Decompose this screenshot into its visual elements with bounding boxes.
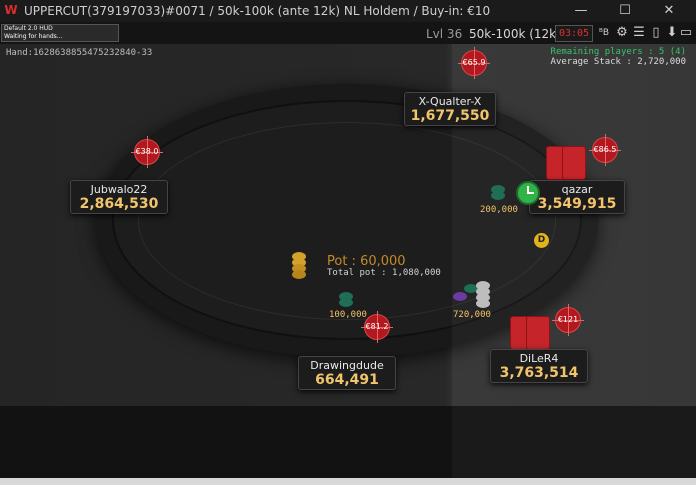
level-label: Lvl 36 xyxy=(426,27,463,41)
pot-chip xyxy=(292,270,306,279)
hand-id: Hand:1628638855475232840-33 xyxy=(6,48,153,58)
player-stack: 3,763,514 xyxy=(499,365,579,381)
bet-chip xyxy=(453,292,467,301)
blinds-label: 50k-100k (12k) xyxy=(469,27,561,41)
maximize-button[interactable]: ☐ xyxy=(612,2,638,20)
level-timer: 03:05 xyxy=(555,25,593,42)
hole-cards xyxy=(510,316,550,350)
card-back xyxy=(526,316,550,350)
bet-amount: 200,000 xyxy=(480,205,518,215)
player-stack: 2,864,530 xyxy=(79,196,159,212)
lower-panel xyxy=(0,406,696,485)
betting-line xyxy=(138,122,556,320)
bounty-target-icon: €121 xyxy=(552,304,584,336)
minimize-button[interactable]: — xyxy=(568,2,594,20)
player-seat-drawingdude[interactable]: Drawingdude 664,491 xyxy=(298,356,396,390)
bet-chip xyxy=(476,299,490,308)
hud-title: Default 2.0 HUD xyxy=(4,25,53,32)
bet-amount: 720,000 xyxy=(453,310,491,320)
menu-icon[interactable]: ☰ xyxy=(631,25,647,41)
player-seat-x-qualter-x[interactable]: X-Qualter-X 1,677,550 xyxy=(404,92,496,126)
player-seat-diler4[interactable]: DiLeR4 3,763,514 xyxy=(490,349,588,383)
hud-status: Waiting for hands... xyxy=(4,33,63,40)
bounty-amount: €121 xyxy=(557,315,579,324)
player-name: X-Qualter-X xyxy=(418,95,482,108)
gear-icon[interactable]: ⚙ xyxy=(614,25,630,41)
close-button[interactable]: ✕ xyxy=(656,2,682,20)
player-stack: 3,549,915 xyxy=(537,196,617,212)
bet-chip xyxy=(339,298,353,307)
bounty-amount: €38.0 xyxy=(135,147,159,156)
bet-amount: 100,000 xyxy=(329,310,367,320)
blinds-info-icon[interactable]: ᴮB xyxy=(596,25,612,41)
bounty-target-icon: €38.0 xyxy=(131,136,163,168)
window-title: UPPERCUT(379197033)#0071 / 50k-100k (ant… xyxy=(24,4,491,18)
action-timer-icon xyxy=(516,181,540,205)
pot-label: Pot : 60,000 xyxy=(327,254,406,269)
dealer-button: D xyxy=(534,233,549,248)
player-stack: 1,677,550 xyxy=(410,108,490,124)
total-pot-label: Total pot : 1,080,000 xyxy=(327,268,441,278)
player-name: qazar xyxy=(561,183,593,196)
table-toolbar: Default 2.0 HUD Waiting for hands... Lvl… xyxy=(0,22,696,45)
card-back xyxy=(562,146,586,180)
app-logo-icon: W xyxy=(4,3,18,17)
tile-icon[interactable]: ▭ xyxy=(678,25,694,41)
remaining-players: Remaining players : 5 (4) xyxy=(550,47,686,57)
bounty-amount: €65.9 xyxy=(462,58,486,67)
bounty-target-icon: €65.9 xyxy=(458,47,490,79)
bounty-target-icon: €81.2 xyxy=(361,311,393,343)
bounty-amount: €81.2 xyxy=(365,322,389,331)
hud-widget[interactable]: Default 2.0 HUD Waiting for hands... xyxy=(1,24,119,42)
bet-chip xyxy=(491,191,505,200)
player-name: Drawingdude xyxy=(310,359,384,372)
bounty-amount: €86.5 xyxy=(593,145,617,154)
bounty-target-icon: €86.5 xyxy=(589,134,621,166)
player-name: Jubwalo22 xyxy=(90,183,148,196)
average-stack: Average Stack : 2,720,000 xyxy=(550,57,686,67)
lobby-icon[interactable]: ▯ xyxy=(648,25,664,41)
player-name: DiLeR4 xyxy=(519,352,559,365)
player-stack: 664,491 xyxy=(315,372,379,388)
window-titlebar: W UPPERCUT(379197033)#0071 / 50k-100k (a… xyxy=(0,0,696,22)
player-seat-qazar[interactable]: qazar 3,549,915 xyxy=(529,180,625,214)
taskbar-strip xyxy=(0,478,696,485)
hole-cards xyxy=(546,146,586,180)
player-seat-jubwalo22[interactable]: Jubwalo22 2,864,530 xyxy=(70,180,168,214)
lower-shade xyxy=(452,406,696,485)
